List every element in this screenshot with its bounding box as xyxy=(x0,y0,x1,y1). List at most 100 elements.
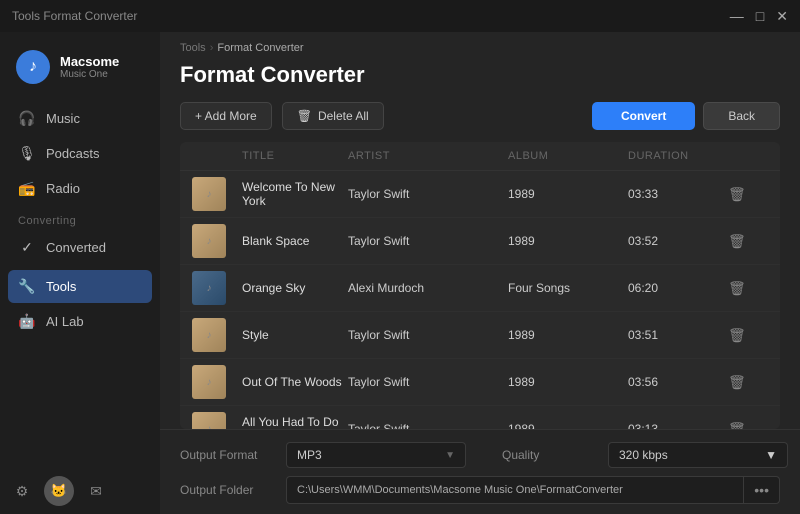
quality-value: 320 kbps xyxy=(619,448,668,462)
table-row: ♪ Blank Space Taylor Swift 1989 03:52 🗑 xyxy=(180,218,780,265)
close-button[interactable]: ✕ xyxy=(776,9,788,23)
music-icon: 🎧 xyxy=(18,110,36,127)
converting-section-label: Converting xyxy=(0,205,160,231)
sidebar-item-converted-label: Converted xyxy=(46,240,106,255)
sidebar-item-converted[interactable]: ✓ Converted xyxy=(8,231,152,264)
track-album: 1989 xyxy=(508,234,628,248)
sidebar-item-tools-label: Tools xyxy=(46,279,76,294)
sidebar-item-radio-label: Radio xyxy=(46,181,80,196)
table-row: ♪ Welcome To New York Taylor Swift 1989 … xyxy=(180,171,780,218)
delete-track-button[interactable]: 🗑 xyxy=(728,327,768,344)
breadcrumb-tools: Tools xyxy=(180,42,206,54)
table-row: ♪ Out Of The Woods Taylor Swift 1989 03:… xyxy=(180,359,780,406)
podcasts-icon: 🎙 xyxy=(18,145,36,162)
sidebar-item-music[interactable]: 🎧 Music xyxy=(8,102,152,135)
back-button[interactable]: Back xyxy=(703,102,780,130)
track-duration: 03:51 xyxy=(628,328,728,342)
track-thumb: ♪ xyxy=(192,318,226,352)
convert-button[interactable]: Convert xyxy=(592,102,695,130)
track-album: 1989 xyxy=(508,187,628,201)
title-bar: Tools Format Converter — □ ✕ xyxy=(0,0,800,32)
table-header: TITLE ARTIST ALBUM DURATION xyxy=(180,142,780,171)
breadcrumb-sep: › xyxy=(210,42,214,54)
track-thumb: ♪ xyxy=(192,177,226,211)
quality-label: Quality xyxy=(502,448,592,462)
delete-all-button[interactable]: 🗑 Delete All xyxy=(282,102,384,130)
track-album: Four Songs xyxy=(508,281,628,295)
track-title-cell: All You Had To Do Was Stay xyxy=(242,415,348,429)
converted-icon: ✓ xyxy=(18,239,36,256)
col-artist: ARTIST xyxy=(348,150,508,162)
logo-icon: ♪ xyxy=(16,50,50,84)
sidebar-item-tools[interactable]: 🔧 Tools xyxy=(8,270,152,303)
output-folder-box: C:\Users\WMM\Documents\Macsome Music One… xyxy=(286,476,780,504)
delete-track-button[interactable]: 🗑 xyxy=(728,280,768,297)
app-name: Macsome xyxy=(60,54,119,69)
window-controls: — □ ✕ xyxy=(730,9,788,23)
app-logo: ♪ Macsome Music One xyxy=(0,40,160,102)
delete-track-button[interactable]: 🗑 xyxy=(728,421,768,430)
radio-icon: 📻 xyxy=(18,180,36,197)
tracks-table: TITLE ARTIST ALBUM DURATION ♪ Welcome To… xyxy=(180,142,780,429)
track-thumb: ♪ xyxy=(192,412,226,429)
output-format-select[interactable]: MP3 ▼ xyxy=(286,442,466,468)
folder-browse-button[interactable]: ••• xyxy=(743,477,779,503)
sidebar-item-radio[interactable]: 📻 Radio xyxy=(8,172,152,205)
output-format-row: Output Format MP3 ▼ Quality 320 kbps ▼ xyxy=(180,442,780,468)
track-name: All You Had To Do Was Stay xyxy=(242,415,348,429)
track-artist: Taylor Swift xyxy=(348,328,508,342)
track-thumb: ♪ xyxy=(192,365,226,399)
track-name: Blank Space xyxy=(242,234,309,248)
track-album: 1989 xyxy=(508,328,628,342)
app-body: ♪ Macsome Music One 🎧 Music 🎙 Podcasts 📻… xyxy=(0,32,800,514)
breadcrumb-current: Format Converter xyxy=(217,42,303,54)
settings-icon[interactable]: ⚙ xyxy=(8,477,36,505)
sidebar-tools-nav: 🔧 Tools 🤖 AI Lab xyxy=(0,270,160,338)
maximize-button[interactable]: □ xyxy=(756,9,764,23)
delete-track-button[interactable]: 🗑 xyxy=(728,374,768,391)
breadcrumb: Tools › Format Converter xyxy=(160,32,800,54)
sidebar-item-ailab[interactable]: 🤖 AI Lab xyxy=(8,305,152,338)
toolbar: + Add More 🗑 Delete All Convert Back xyxy=(160,102,800,142)
mail-icon[interactable]: ✉ xyxy=(82,477,110,505)
delete-track-button[interactable]: 🗑 xyxy=(728,233,768,250)
track-duration: 06:20 xyxy=(628,281,728,295)
col-actions xyxy=(728,150,768,162)
trash-icon: 🗑 xyxy=(297,109,312,123)
quality-select[interactable]: 320 kbps ▼ xyxy=(608,442,788,468)
table-row: ♪ Orange Sky Alexi Murdoch Four Songs 06… xyxy=(180,265,780,312)
title-bar-path: Tools Format Converter xyxy=(12,9,137,23)
track-title-cell: Blank Space xyxy=(242,234,348,248)
col-album: ALBUM xyxy=(508,150,628,162)
sidebar-item-podcasts-label: Podcasts xyxy=(46,146,99,161)
track-title-cell: Orange Sky xyxy=(242,281,348,295)
output-folder-row: Output Folder C:\Users\WMM\Documents\Mac… xyxy=(180,476,780,504)
track-name: Orange Sky xyxy=(242,281,305,295)
track-title-cell: Style xyxy=(242,328,348,342)
delete-track-button[interactable]: 🗑 xyxy=(728,186,768,203)
page-title: Format Converter xyxy=(160,54,800,102)
output-format-label: Output Format xyxy=(180,448,270,462)
track-duration: 03:52 xyxy=(628,234,728,248)
track-thumb: ♪ xyxy=(192,224,226,258)
ailab-icon: 🤖 xyxy=(18,313,36,330)
track-name: Welcome To New York xyxy=(242,180,348,208)
track-artist: Taylor Swift xyxy=(348,375,508,389)
sidebar-item-podcasts[interactable]: 🎙 Podcasts xyxy=(8,137,152,170)
table-row: ♪ All You Had To Do Was Stay Taylor Swif… xyxy=(180,406,780,429)
add-more-button[interactable]: + Add More xyxy=(180,102,272,130)
output-format-value: MP3 xyxy=(297,448,322,462)
logo-text: Macsome Music One xyxy=(60,54,119,80)
track-artist: Taylor Swift xyxy=(348,422,508,429)
tools-icon: 🔧 xyxy=(18,278,36,295)
avatar[interactable]: 🐱 xyxy=(44,476,74,506)
track-album: 1989 xyxy=(508,375,628,389)
toolbar-right: Convert Back xyxy=(592,102,780,130)
track-thumb: ♪ xyxy=(192,271,226,305)
sidebar-item-music-label: Music xyxy=(46,111,80,126)
col-duration: DURATION xyxy=(628,150,728,162)
track-name: Style xyxy=(242,328,269,342)
minimize-button[interactable]: — xyxy=(730,9,744,23)
sidebar-item-ailab-label: AI Lab xyxy=(46,314,84,329)
sidebar-sub-nav: ✓ Converted xyxy=(0,231,160,264)
